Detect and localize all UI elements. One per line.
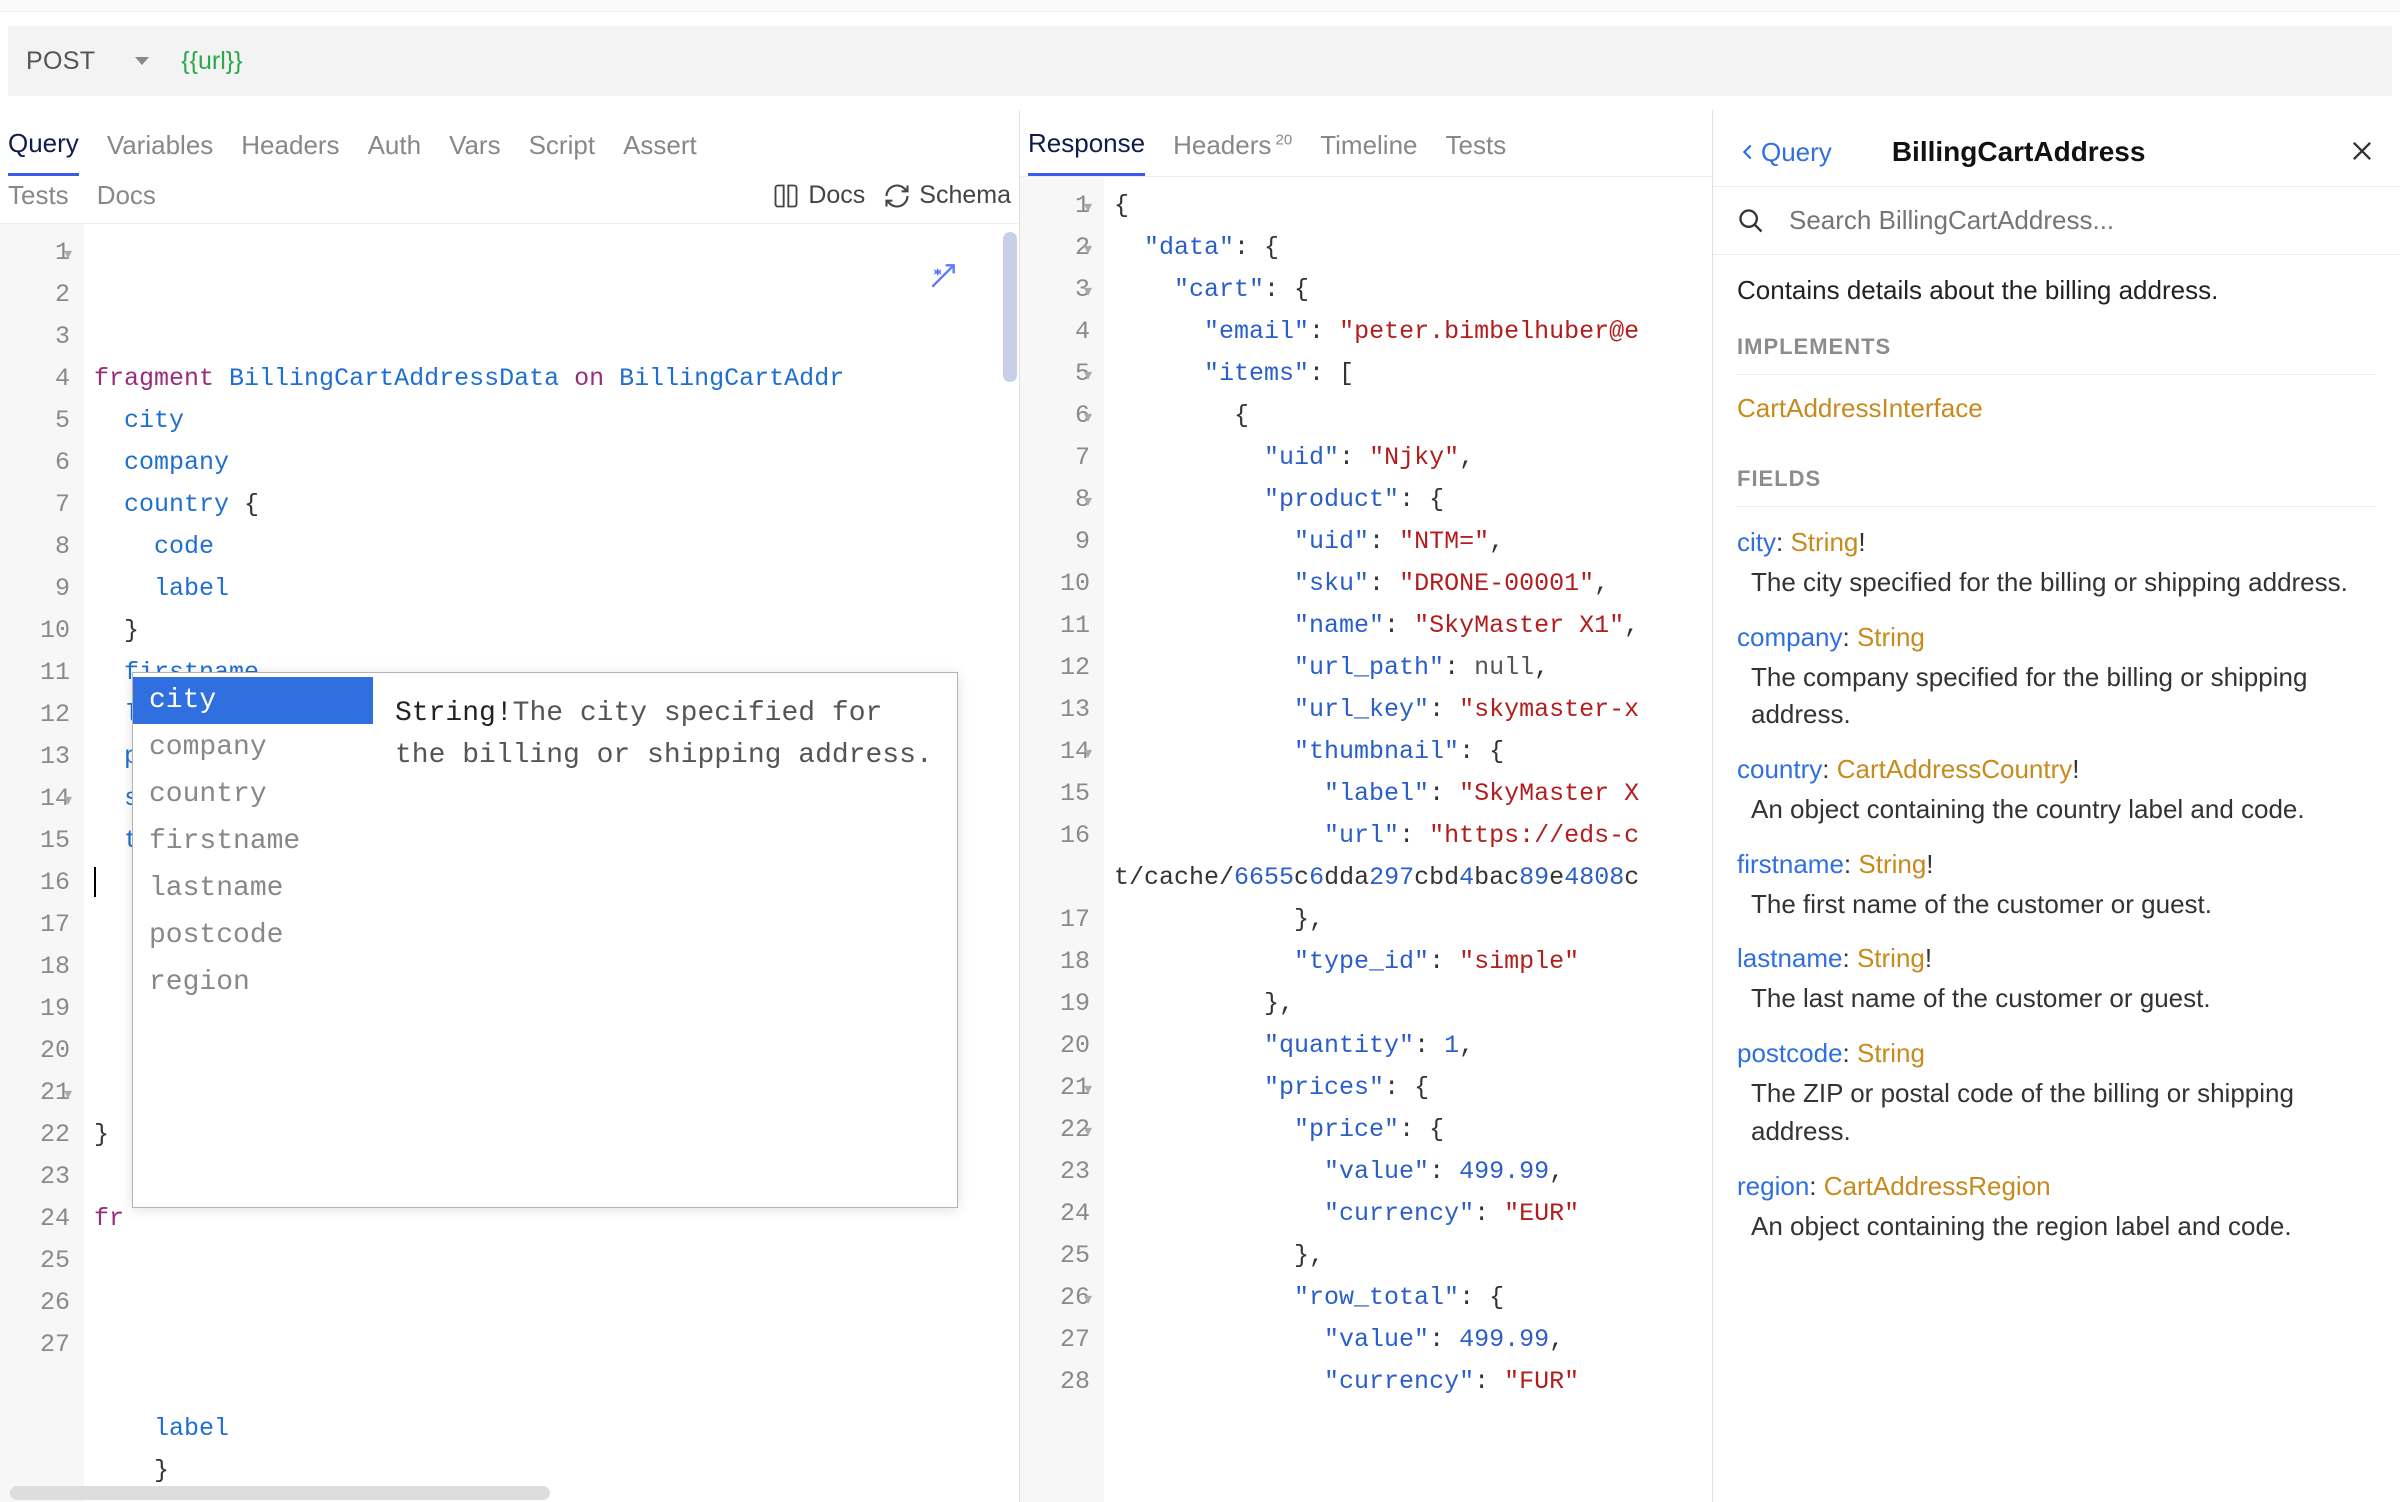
docs-search-input[interactable]: [1789, 205, 2376, 236]
schema-button-label: Schema: [919, 181, 1011, 210]
docs-field-desc: The company specified for the billing or…: [1751, 659, 2376, 734]
response-tabs: Response Headers 20 Timeline Tests: [1020, 110, 1712, 176]
docs-field-region[interactable]: region: CartAddressRegion: [1737, 1171, 2376, 1202]
http-method-selector[interactable]: POST: [26, 47, 95, 76]
docs-implements-header: IMPLEMENTS: [1737, 334, 2376, 360]
docs-implements-list: CartAddressInterface: [1737, 393, 2376, 424]
docs-fields-header: FIELDS: [1737, 466, 2376, 492]
docs-field-desc: The first name of the customer or guest.: [1751, 886, 2376, 924]
response-code[interactable]: { "data": { "cart": { "email": "peter.bi…: [1104, 177, 1712, 1502]
tab-vars[interactable]: Vars: [449, 130, 501, 175]
autocomplete-detail: String!The city specified for the billin…: [373, 673, 957, 1207]
docs-field-city[interactable]: city: String!: [1737, 527, 2376, 558]
autocomplete-item-company[interactable]: company: [133, 724, 373, 771]
window-top-strip: [0, 0, 2400, 12]
docs-implements-link[interactable]: CartAddressInterface: [1737, 393, 2376, 424]
docs-field-country[interactable]: country: CartAddressCountry!: [1737, 754, 2376, 785]
docs-button-label: Docs: [808, 181, 865, 210]
autocomplete-item-region[interactable]: region: [133, 959, 373, 1006]
response-gutter: 1234567891011121314151617181920212223242…: [1020, 177, 1104, 1502]
tab-headers[interactable]: Headers 20: [1173, 130, 1292, 175]
autocomplete-popup: citycompanycountryfirstnamelastnamepostc…: [132, 672, 958, 1208]
docs-fields-list: city: String! The city specified for the …: [1737, 527, 2376, 1245]
docs-field-desc: An object containing the region label an…: [1751, 1208, 2376, 1246]
tab-auth[interactable]: Auth: [368, 130, 422, 175]
magic-wand-icon[interactable]: [927, 260, 959, 297]
divider: [1737, 374, 2376, 375]
docs-title: BillingCartAddress: [1892, 136, 2146, 168]
autocomplete-required-bang: !: [496, 698, 513, 729]
autocomplete-type: String: [395, 698, 496, 729]
search-icon: [1737, 207, 1765, 235]
autocomplete-item-city[interactable]: city: [133, 677, 373, 724]
url-input[interactable]: {{url}}: [181, 47, 242, 76]
docs-body: Contains details about the billing addre…: [1713, 255, 2400, 1273]
tab-tests[interactable]: Tests: [1446, 130, 1507, 175]
request-bar: POST {{url}}: [8, 26, 2392, 96]
docs-field-postcode[interactable]: postcode: String: [1737, 1038, 2376, 1069]
vertical-scrollbar[interactable]: [1003, 232, 1017, 382]
query-gutter: 1234567891011121314151617181920212223242…: [0, 224, 84, 1502]
request-pane: Query Variables Headers Auth Vars Script…: [0, 110, 1020, 1502]
docs-field-company[interactable]: company: String: [1737, 622, 2376, 653]
autocomplete-item-postcode[interactable]: postcode: [133, 912, 373, 959]
schema-button[interactable]: Schema: [883, 181, 1011, 210]
docs-field-firstname[interactable]: firstname: String!: [1737, 849, 2376, 880]
docs-type-description: Contains details about the billing addre…: [1737, 275, 2376, 306]
chevron-down-icon[interactable]: [135, 57, 149, 65]
response-pane: Response Headers 20 Timeline Tests 12345678…: [1020, 110, 1712, 1502]
chevron-left-icon: [1737, 141, 1759, 163]
docs-field-desc: An object containing the country label a…: [1751, 791, 2376, 829]
tab-tests[interactable]: Tests: [8, 180, 69, 211]
tab-headers[interactable]: Headers: [241, 130, 339, 175]
docs-field-desc: The last name of the customer or guest.: [1751, 980, 2376, 1018]
docs-back-button[interactable]: Query: [1737, 137, 1832, 168]
autocomplete-item-country[interactable]: country: [133, 771, 373, 818]
docs-sidebar: Query BillingCartAddress Contains detail…: [1712, 110, 2400, 1502]
autocomplete-list[interactable]: citycompanycountryfirstnamelastnamepostc…: [133, 673, 373, 1207]
docs-close-button[interactable]: [2348, 137, 2376, 168]
tab-timeline[interactable]: Timeline: [1320, 130, 1417, 175]
docs-field-desc: The ZIP or postal code of the billing or…: [1751, 1075, 2376, 1150]
docs-header: Query BillingCartAddress: [1713, 110, 2400, 186]
autocomplete-item-firstname[interactable]: firstname: [133, 818, 373, 865]
horizontal-scrollbar[interactable]: [10, 1486, 550, 1500]
refresh-icon: [883, 182, 911, 210]
docs-field-desc: The city specified for the billing or sh…: [1751, 564, 2376, 602]
docs-back-label: Query: [1761, 137, 1832, 168]
tab-variables[interactable]: Variables: [107, 130, 213, 175]
close-icon: [2348, 137, 2376, 165]
tab-assert[interactable]: Assert: [623, 130, 697, 175]
docs-button[interactable]: Docs: [772, 181, 865, 210]
tab-docs[interactable]: Docs: [97, 180, 156, 211]
tab-response[interactable]: Response: [1028, 128, 1145, 176]
tab-query[interactable]: Query: [8, 128, 79, 176]
request-tabs-primary: Query Variables Headers Auth Vars Script…: [0, 110, 1019, 176]
autocomplete-item-lastname[interactable]: lastname: [133, 865, 373, 912]
book-icon: [772, 182, 800, 210]
divider: [1737, 506, 2376, 507]
tab-script[interactable]: Script: [529, 130, 595, 175]
docs-field-lastname[interactable]: lastname: String!: [1737, 943, 2376, 974]
docs-search-row: [1713, 186, 2400, 255]
request-tabs-secondary: Tests Docs Docs Schema: [0, 176, 1019, 223]
response-editor[interactable]: 1234567891011121314151617181920212223242…: [1020, 176, 1712, 1502]
